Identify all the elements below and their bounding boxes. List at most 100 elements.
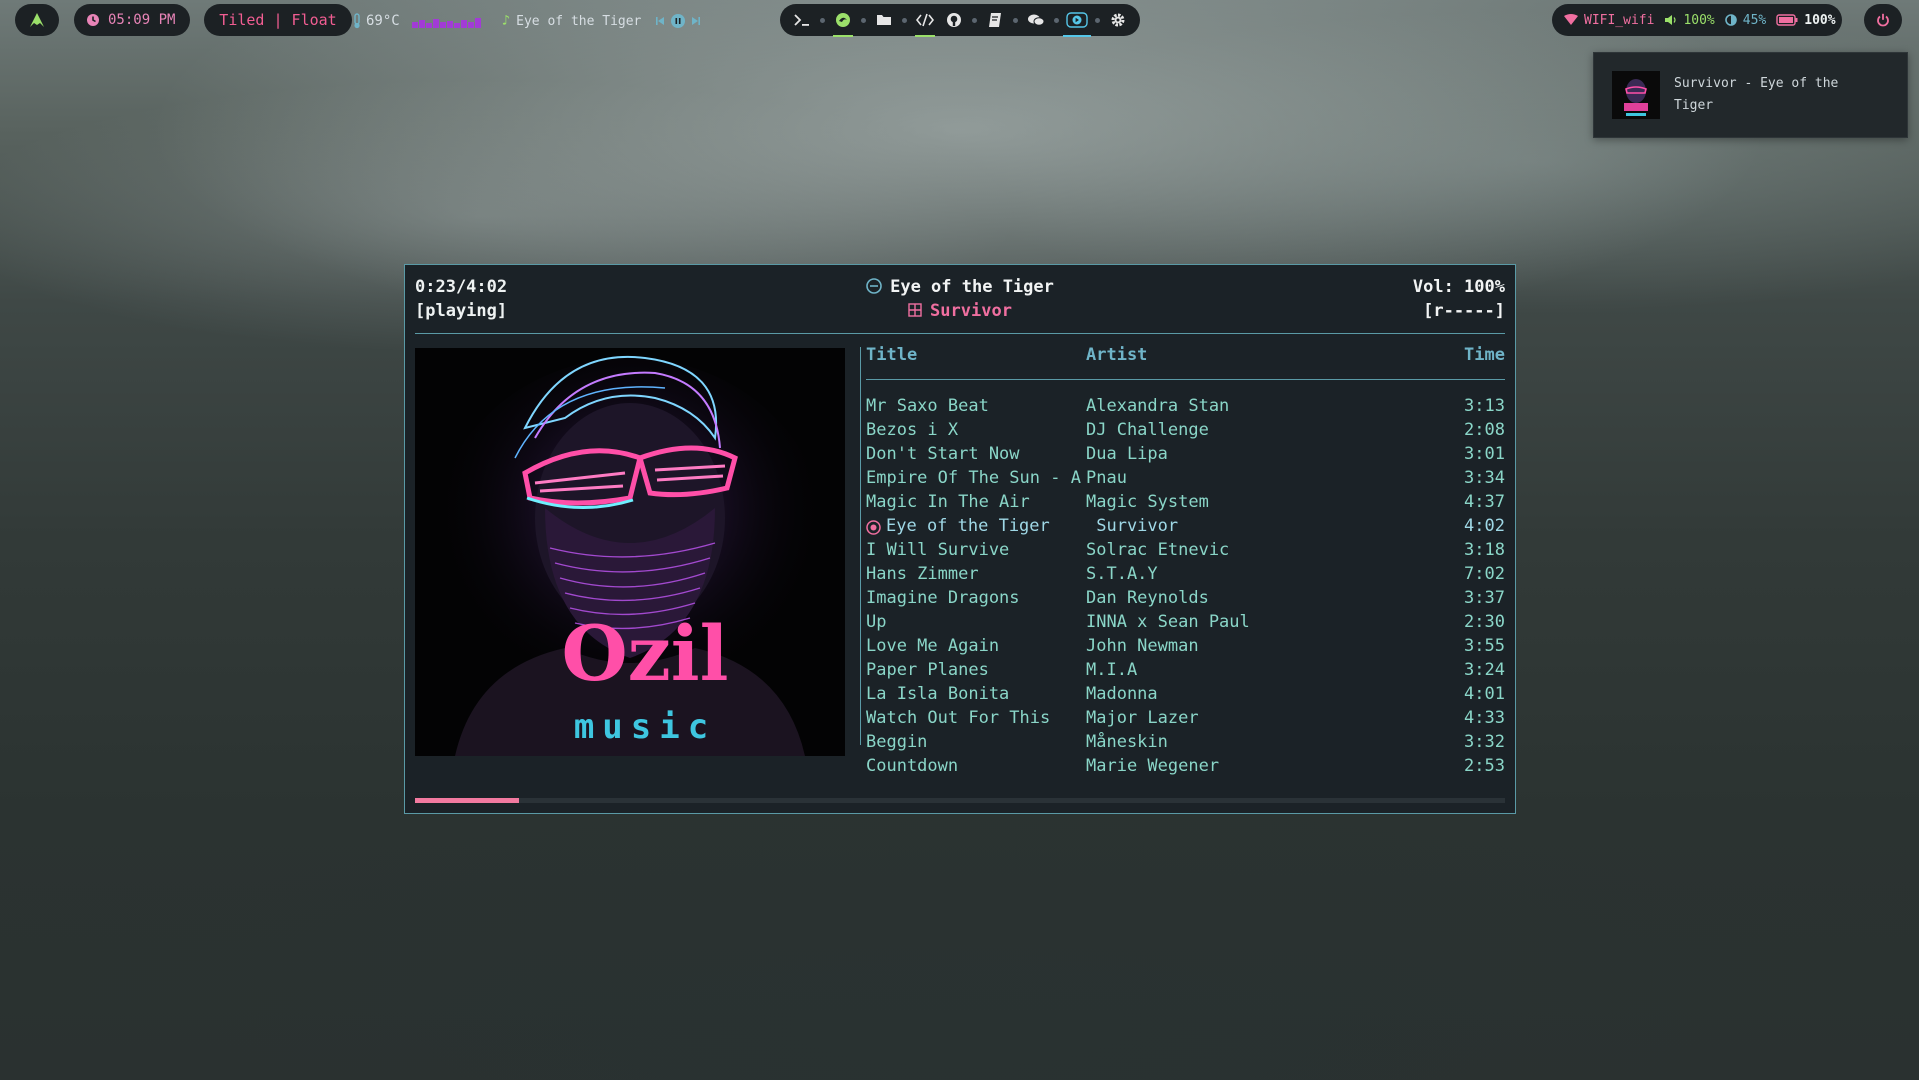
track-artist: M.I.A bbox=[1086, 660, 1138, 680]
notes-icon[interactable] bbox=[983, 8, 1007, 32]
brightness-value: 45% bbox=[1742, 12, 1767, 28]
track-title: Countdown bbox=[866, 756, 959, 776]
playlist-row[interactable]: Don't Start Now Dua Lipa 3:01 bbox=[866, 444, 1505, 468]
track-duration: 3:13 bbox=[1464, 396, 1505, 416]
wifi-name: WIFI_wifi bbox=[1584, 12, 1655, 28]
track-duration: 2:53 bbox=[1464, 756, 1505, 776]
power-icon bbox=[1876, 13, 1890, 27]
track-artist: Solrac Etnevic bbox=[1086, 540, 1230, 560]
now-playing-artist-line: Survivor bbox=[405, 301, 1515, 322]
system-status: WIFI_wifi 100% 45% 100% bbox=[1552, 4, 1842, 36]
track-artist: John Newman bbox=[1086, 636, 1199, 656]
track-duration: 4:33 bbox=[1464, 708, 1505, 728]
track-artist: Marie Wegener bbox=[1086, 756, 1220, 776]
track-duration: 7:02 bbox=[1464, 564, 1505, 584]
brightness-icon[interactable] bbox=[1724, 14, 1737, 26]
playlist-row[interactable]: Up INNA x Sean Paul 2:30 bbox=[866, 612, 1505, 636]
album-cover: Ozil music bbox=[415, 348, 845, 756]
track-title: Beggin bbox=[866, 732, 928, 752]
separator-dot bbox=[1054, 17, 1060, 23]
playlist-row[interactable]: Bezos i X DJ Challenge 2:08 bbox=[866, 420, 1505, 444]
separator-dot bbox=[972, 17, 978, 23]
playlist-row[interactable]: Hans Zimmer S.T.A.Y 7:02 bbox=[866, 564, 1505, 588]
track-duration: 4:02 bbox=[1464, 516, 1505, 536]
volume-value: 100% bbox=[1683, 12, 1715, 28]
artist-icon bbox=[908, 302, 922, 322]
layout-text: Tiled | Float bbox=[219, 11, 337, 29]
thermometer-icon bbox=[352, 13, 362, 29]
temp-media-widget: 69°C ♪ Eye of the Tiger bbox=[352, 10, 701, 32]
folder-icon[interactable] bbox=[872, 8, 896, 32]
track-title: Eye of the Tiger bbox=[886, 516, 1050, 536]
github-icon[interactable] bbox=[942, 8, 966, 32]
video-player-icon[interactable] bbox=[1062, 8, 1091, 37]
separator-dot bbox=[1094, 17, 1100, 23]
track-artist: Dua Lipa bbox=[1086, 444, 1168, 464]
track-title: Up bbox=[866, 612, 887, 632]
playlist-header: Title Artist Time bbox=[866, 345, 1505, 375]
previous-track-icon[interactable] bbox=[655, 16, 665, 26]
volume-readout: Vol: 100% bbox=[1412, 277, 1505, 297]
playlist-row[interactable]: Countdown Marie Wegener 2:53 bbox=[866, 756, 1505, 780]
track-duration: 3:55 bbox=[1464, 636, 1505, 656]
playlist-row-current[interactable]: Eye of the Tiger Survivor 4:02 bbox=[866, 516, 1505, 540]
track-artist: Måneskin bbox=[1086, 732, 1168, 752]
temperature-text: 69°C bbox=[366, 13, 400, 29]
playlist-row[interactable]: Beggin Måneskin 3:32 bbox=[866, 732, 1505, 756]
settings-gear-icon[interactable] bbox=[1106, 8, 1130, 32]
now-playing-title: Eye of the Tiger bbox=[890, 277, 1054, 297]
playlist-header-divider bbox=[866, 379, 1505, 380]
code-editor-icon[interactable] bbox=[913, 8, 937, 37]
track-duration: 2:08 bbox=[1464, 420, 1505, 440]
separator-dot bbox=[1013, 17, 1019, 23]
playback-flags: [r-----] bbox=[1423, 301, 1505, 321]
launcher-button[interactable] bbox=[15, 4, 59, 36]
track-title: Imagine Dragons bbox=[866, 588, 1020, 608]
playlist-row[interactable]: Paper Planes M.I.A 3:24 bbox=[866, 660, 1505, 684]
separator-dot bbox=[860, 17, 866, 23]
playlist-row[interactable]: Love Me Again John Newman 3:55 bbox=[866, 636, 1505, 660]
track-title: Magic In The Air bbox=[866, 492, 1030, 512]
volume-icon[interactable] bbox=[1664, 14, 1677, 26]
audio-visualizer bbox=[411, 14, 486, 28]
track-duration: 4:37 bbox=[1464, 492, 1505, 512]
track-artist: S.T.A.Y bbox=[1086, 564, 1158, 584]
track-artist: Survivor bbox=[1086, 516, 1179, 536]
browser-icon[interactable] bbox=[831, 8, 855, 37]
playlist-row[interactable]: Mr Saxo Beat Alexandra Stan 3:13 bbox=[866, 396, 1505, 420]
track-title: Bezos i X bbox=[866, 420, 959, 440]
playlist-row[interactable]: Watch Out For This Major Lazer 4:33 bbox=[866, 708, 1505, 732]
notification-text: Survivor - Eye of the Tiger bbox=[1674, 76, 1839, 113]
column-time-header[interactable]: Time bbox=[1464, 345, 1505, 365]
progress-fill bbox=[415, 798, 519, 803]
track-title: Hans Zimmer bbox=[866, 564, 979, 584]
wifi-icon[interactable] bbox=[1564, 14, 1578, 26]
power-button[interactable] bbox=[1864, 4, 1902, 36]
playlist-row[interactable]: La Isla Bonita Madonna 4:01 bbox=[866, 684, 1505, 708]
chat-icon[interactable] bbox=[1024, 8, 1048, 32]
playlist-row[interactable]: Magic In The Air Magic System 4:37 bbox=[866, 492, 1505, 516]
track-duration: 3:01 bbox=[1464, 444, 1505, 464]
playlist-row[interactable]: I Will Survive Solrac Etnevic 3:18 bbox=[866, 540, 1505, 564]
column-title-header[interactable]: Title bbox=[866, 345, 917, 365]
progress-bar[interactable] bbox=[415, 798, 1505, 803]
track-title: Empire Of The Sun - A bbox=[866, 468, 1081, 488]
clock-widget[interactable]: 05:09 PM bbox=[74, 4, 190, 36]
now-playing-disc-icon bbox=[866, 278, 882, 299]
track-artist: Magic System bbox=[1086, 492, 1209, 512]
playlist: Title Artist Time Mr Saxo Beat Alexandra … bbox=[866, 345, 1505, 780]
playlist-row[interactable]: Empire Of The Sun - A Pnau 3:34 bbox=[866, 468, 1505, 492]
music-player-window: 0:23/4:02 [playing] Eye of the Tiger Sur… bbox=[404, 264, 1516, 814]
notification-popup[interactable]: Survivor - Eye of the Tiger bbox=[1593, 52, 1908, 138]
terminal-icon[interactable] bbox=[790, 8, 814, 32]
track-artist: Major Lazer bbox=[1086, 708, 1199, 728]
pause-icon[interactable] bbox=[671, 14, 686, 28]
layout-toggle[interactable]: Tiled | Float bbox=[204, 4, 352, 36]
track-title: Love Me Again bbox=[866, 636, 1000, 656]
next-track-icon[interactable] bbox=[691, 16, 701, 26]
track-artist: Alexandra Stan bbox=[1086, 396, 1230, 416]
track-artist: DJ Challenge bbox=[1086, 420, 1209, 440]
column-artist-header[interactable]: Artist bbox=[1086, 345, 1147, 365]
track-duration: 3:37 bbox=[1464, 588, 1505, 608]
playlist-row[interactable]: Imagine Dragons Dan Reynolds 3:37 bbox=[866, 588, 1505, 612]
